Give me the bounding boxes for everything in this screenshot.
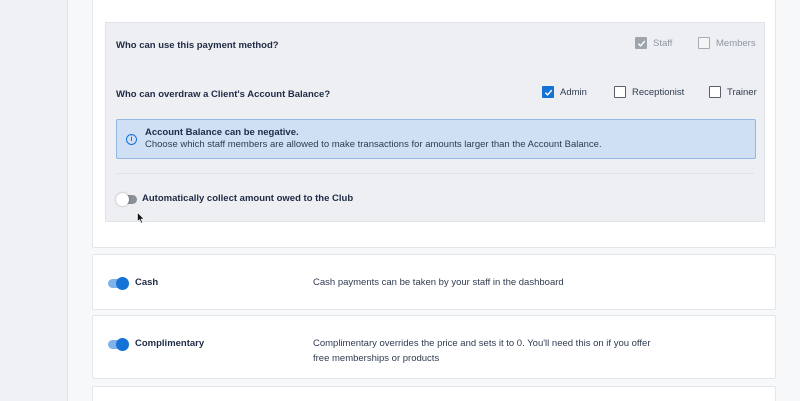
auto-collect-label: Automatically collect amount owed to the…: [142, 193, 354, 204]
trainer-checkbox[interactable]: [709, 86, 721, 98]
who-can-overdraw-label: Who can overdraw a Client's Account Bala…: [116, 89, 331, 100]
payment-method-row-cash: Cash Cash payments can be taken by your …: [92, 254, 776, 310]
payment-method-settings-card: Who can use this payment method? Staff M…: [92, 0, 776, 248]
cash-toggle[interactable]: [108, 277, 129, 290]
toggle-knob: [116, 193, 129, 206]
info-icon: i: [126, 134, 137, 145]
receptionist-checkbox-option[interactable]: Receptionist: [614, 86, 684, 98]
cash-description: Cash payments can be taken by your staff…: [313, 277, 564, 288]
members-checkbox[interactable]: [698, 37, 710, 49]
staff-label: Staff: [653, 37, 673, 49]
trainer-checkbox-option[interactable]: Trainer: [709, 86, 757, 98]
payment-method-row-complimentary: Complimentary Complimentary overrides th…: [92, 315, 776, 379]
account-balance-info-banner: i Account Balance can be negative. Choos…: [116, 119, 756, 159]
info-banner-title: Account Balance can be negative.: [145, 127, 299, 138]
admin-checkbox-option[interactable]: Admin: [542, 86, 587, 98]
complimentary-name: Complimentary: [135, 338, 205, 349]
cash-name: Cash: [135, 277, 159, 288]
trainer-label: Trainer: [727, 86, 757, 98]
receptionist-label: Receptionist: [632, 86, 685, 98]
mouse-cursor-icon: [137, 212, 145, 224]
admin-checkbox[interactable]: [542, 86, 554, 98]
admin-label: Admin: [560, 86, 587, 98]
staff-checkbox[interactable]: [635, 37, 647, 49]
divider: [116, 173, 754, 174]
settings-panel: Who can use this payment method? Staff M…: [105, 22, 765, 222]
info-banner-text: Choose which staff members are allowed t…: [145, 139, 602, 150]
complimentary-toggle[interactable]: [108, 338, 129, 351]
auto-collect-toggle[interactable]: [116, 193, 137, 206]
members-checkbox-option[interactable]: Members: [698, 37, 756, 49]
check-icon: [544, 89, 552, 96]
receptionist-checkbox[interactable]: [614, 86, 626, 98]
members-label: Members: [716, 37, 756, 49]
check-icon: [637, 40, 645, 47]
toggle-knob: [116, 277, 129, 290]
staff-checkbox-option[interactable]: Staff: [635, 37, 672, 49]
toggle-knob: [116, 338, 129, 351]
who-can-use-label: Who can use this payment method?: [116, 40, 279, 51]
payment-method-row-next: [92, 386, 776, 401]
left-sidebar: [0, 0, 68, 401]
complimentary-description: Complimentary overrides the price and se…: [313, 338, 651, 364]
